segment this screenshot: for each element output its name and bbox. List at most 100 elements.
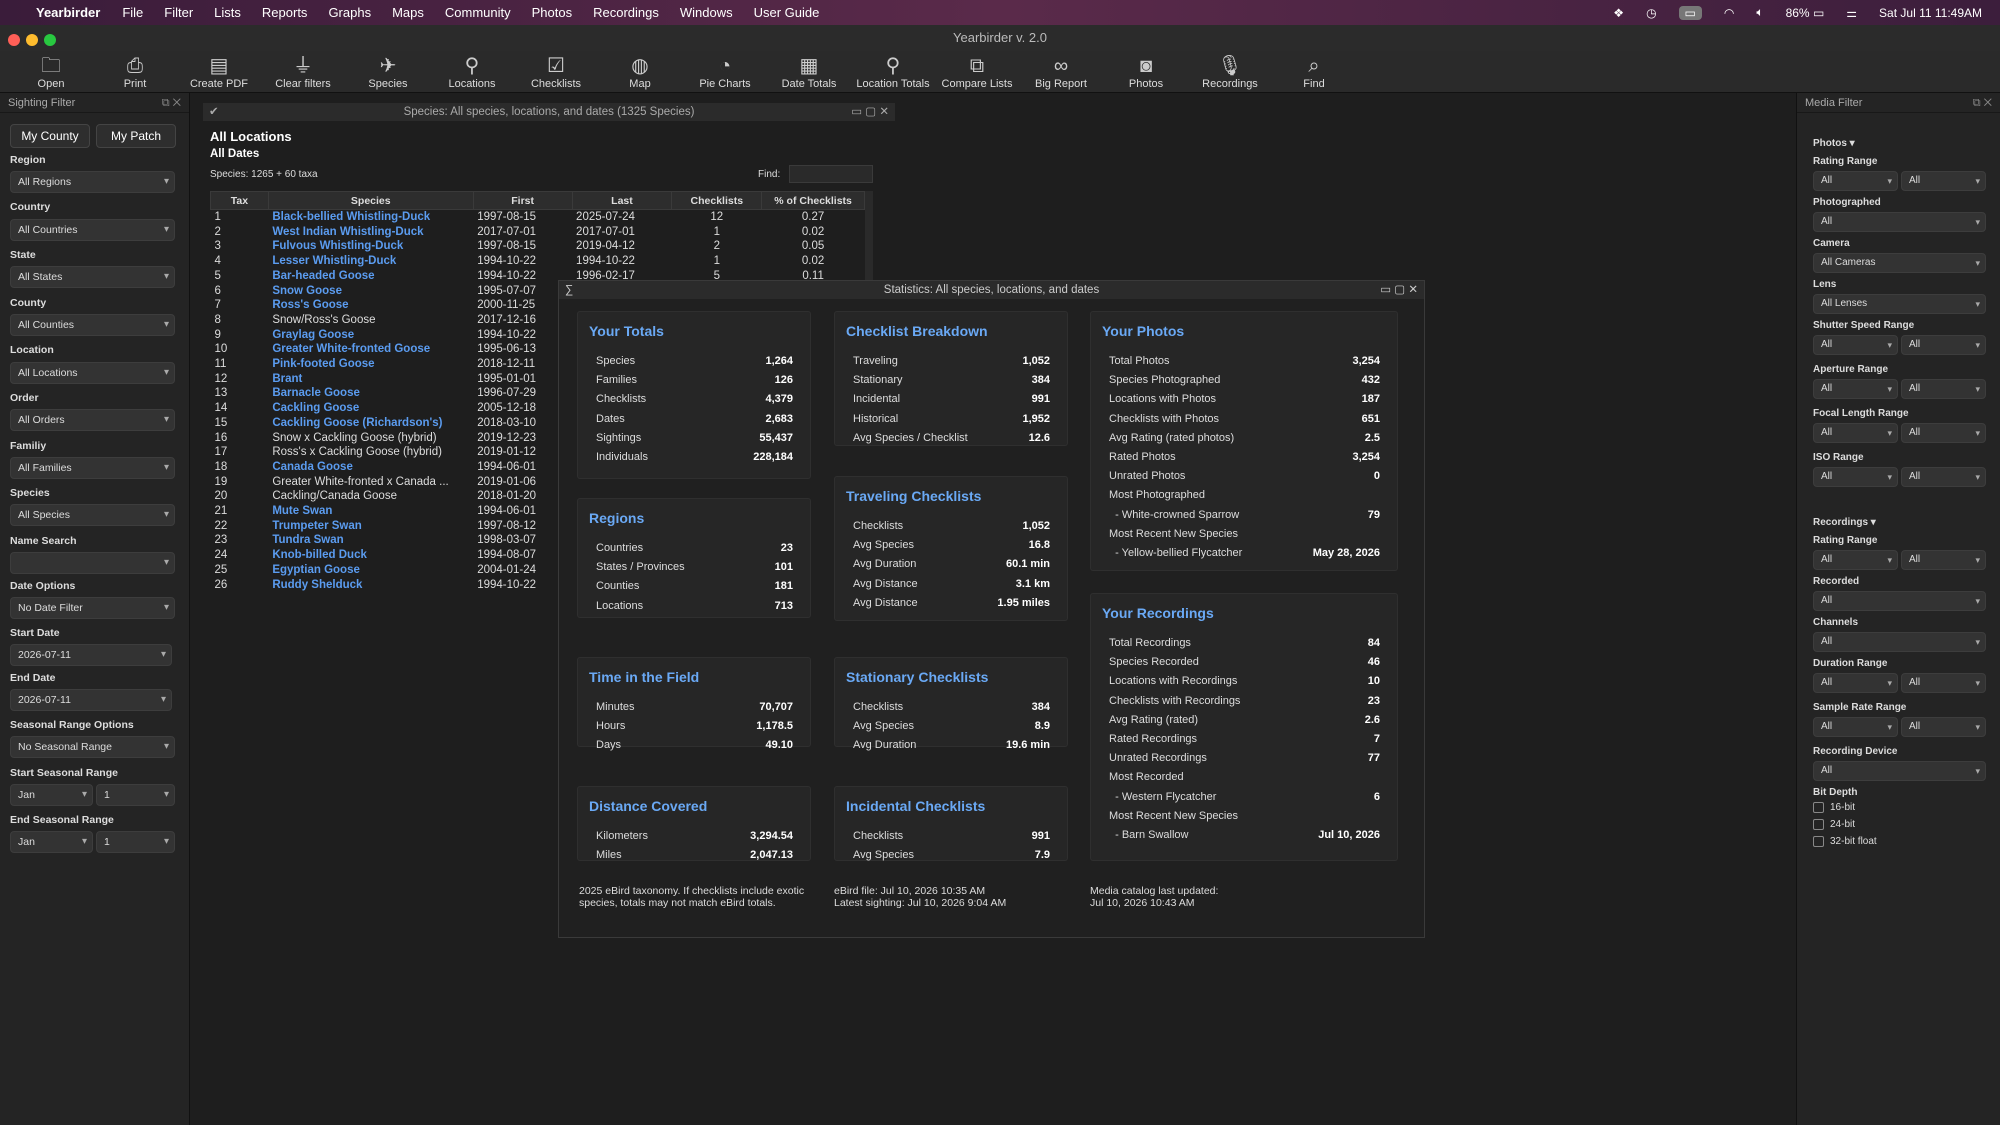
sample-rate-max-select[interactable]: All [1901, 717, 1986, 737]
iso-max-select[interactable]: All [1901, 467, 1986, 487]
menu-graphs[interactable]: Graphs [328, 5, 371, 20]
menu-recordings[interactable]: Recordings [593, 5, 659, 20]
clock[interactable]: Sat Jul 11 11:49AM [1879, 6, 1982, 20]
table-row[interactable]: 3 Fulvous Whistling-Duck 1997-08-15 2019-04… [211, 239, 865, 254]
seasonal-range-select[interactable]: No Seasonal Range [10, 736, 175, 758]
locations-button[interactable]: ⚲ Locations [430, 54, 514, 90]
aperture-max-select[interactable]: All [1901, 379, 1986, 399]
close-panel-icon[interactable]: ⧉ ✕ [162, 93, 181, 113]
channels-select[interactable]: All [1813, 632, 1986, 652]
lens-select[interactable]: All Lenses [1813, 294, 1986, 314]
photo-rating-max-select[interactable]: All [1901, 171, 1986, 191]
photographed-select[interactable]: All [1813, 212, 1986, 232]
order-select[interactable]: All Orders [10, 409, 175, 431]
time-machine-icon[interactable]: ◷ [1646, 6, 1656, 20]
recording-rating-min-select[interactable]: All [1813, 550, 1898, 570]
recorded-select[interactable]: All [1813, 591, 1986, 611]
sample-rate-min-select[interactable]: All [1813, 717, 1898, 737]
date-totals-button[interactable]: ▦ Date Totals [767, 54, 851, 90]
end-seasonal-day-select[interactable]: 1 [96, 831, 175, 853]
table-row[interactable]: 2 West Indian Whistling-Duck 2017-07-01 201… [211, 225, 865, 240]
col-last[interactable]: Last [571, 191, 673, 210]
recording-device-select[interactable]: All [1813, 761, 1986, 781]
menu-lists[interactable]: Lists [214, 5, 241, 20]
find-input[interactable] [789, 165, 873, 183]
focal-min-select[interactable]: All [1813, 423, 1898, 443]
end-date-field[interactable]: 2026-07-11 [10, 689, 172, 711]
big-report-button[interactable]: ∞ Big Report [1019, 54, 1103, 90]
open-button[interactable]: 🗀 Open [9, 54, 93, 90]
screen-mirror-icon[interactable]: ▭ [1678, 5, 1702, 20]
menu-windows[interactable]: Windows [680, 5, 733, 20]
location-totals-button[interactable]: ⚲ Location Totals [851, 54, 935, 90]
photos-section-toggle[interactable]: Photos ▾ [1813, 138, 1855, 149]
print-button[interactable]: ⎙ Print [93, 54, 177, 90]
location-select[interactable]: All Locations [10, 362, 175, 384]
map-button[interactable]: ◍ Map [598, 54, 682, 90]
col-tax[interactable]: Tax [210, 191, 269, 210]
zoom-window-button[interactable] [44, 34, 56, 46]
menu-file[interactable]: File [122, 5, 143, 20]
menu-reports[interactable]: Reports [262, 5, 308, 20]
battery-status[interactable]: 86% ▭ [1786, 6, 1825, 20]
col-checklists[interactable]: Checklists [671, 191, 763, 210]
volume-icon[interactable]: 🔈︎ [1756, 5, 1763, 20]
shutter-max-select[interactable]: All [1901, 335, 1986, 355]
menu-user-guide[interactable]: User Guide [754, 5, 820, 20]
recording-rating-max-select[interactable]: All [1901, 550, 1986, 570]
species-button[interactable]: ✈︎ Species [346, 54, 430, 90]
duration-max-select[interactable]: All [1901, 673, 1986, 693]
photos-button[interactable]: ◙ Photos [1104, 54, 1188, 90]
start-seasonal-month-select[interactable]: Jan [10, 784, 93, 806]
menu-filter[interactable]: Filter [164, 5, 193, 20]
name-search-input[interactable] [10, 552, 175, 574]
minimize-window-button[interactable] [26, 34, 38, 46]
create-pdf-button[interactable]: ▤ Create PDF [177, 54, 261, 90]
close-panel-icon[interactable]: ⧉ ✕ [1973, 93, 1992, 113]
state-select[interactable]: All States [10, 266, 175, 288]
menu-maps[interactable]: Maps [392, 5, 424, 20]
dropbox-icon[interactable]: ❖ [1613, 6, 1624, 20]
start-date-field[interactable]: 2026-07-11 [10, 644, 172, 666]
recordings-button[interactable]: 🎙︎ Recordings [1188, 54, 1272, 90]
county-select[interactable]: All Counties [10, 314, 175, 336]
checklists-button[interactable]: ☑ Checklists [514, 54, 598, 90]
wifi-icon[interactable]: ◠ [1724, 6, 1734, 20]
close-window-button[interactable] [8, 34, 20, 46]
bit-16-checkbox[interactable]: 16-bit [1813, 802, 1855, 813]
my-patch-button[interactable]: My Patch [96, 124, 176, 148]
species-select[interactable]: All Species [10, 504, 175, 526]
aperture-min-select[interactable]: All [1813, 379, 1898, 399]
bit-24-checkbox[interactable]: 24-bit [1813, 819, 1855, 830]
col-pct-checklists[interactable]: % of Checklists [761, 191, 865, 210]
recordings-section-toggle[interactable]: Recordings ▾ [1813, 517, 1876, 528]
my-county-button[interactable]: My County [10, 124, 90, 148]
camera-select[interactable]: All Cameras [1813, 253, 1986, 273]
col-first[interactable]: First [472, 191, 573, 210]
iso-min-select[interactable]: All [1813, 467, 1898, 487]
control-center-icon[interactable]: ⚌ [1846, 6, 1857, 20]
col-species[interactable]: Species [267, 191, 474, 210]
region-select[interactable]: All Regions [10, 171, 175, 193]
focal-max-select[interactable]: All [1901, 423, 1986, 443]
bit-32-float-checkbox[interactable]: 32-bit float [1813, 836, 1877, 847]
compare-lists-button[interactable]: ⧉ Compare Lists [935, 54, 1019, 90]
end-seasonal-month-select[interactable]: Jan [10, 831, 93, 853]
date-options-select[interactable]: No Date Filter [10, 597, 175, 619]
start-seasonal-day-select[interactable]: 1 [96, 784, 175, 806]
table-row[interactable]: 4 Lesser Whistling-Duck 1994-10-22 1994-10-… [211, 254, 865, 269]
window-controls-icon[interactable]: ▭ ▢ ✕ [851, 103, 889, 121]
photo-rating-min-select[interactable]: All [1813, 171, 1898, 191]
duration-min-select[interactable]: All [1813, 673, 1898, 693]
menu-community[interactable]: Community [445, 5, 511, 20]
family-select[interactable]: All Families [10, 457, 175, 479]
pie-charts-button[interactable]: ◔ Pie Charts [683, 54, 767, 90]
table-row[interactable]: 1 Black-bellied Whistling-Duck 1997-08-15 2… [211, 210, 865, 225]
menu-photos[interactable]: Photos [532, 5, 572, 20]
country-select[interactable]: All Countries [10, 219, 175, 241]
shutter-min-select[interactable]: All [1813, 335, 1898, 355]
clear-filters-button[interactable]: ⏚ Clear filters [261, 54, 345, 90]
window-controls-icon[interactable]: ▭ ▢ ✕ [1380, 281, 1418, 299]
find-button[interactable]: ⌕ Find [1272, 54, 1356, 90]
app-menu[interactable]: Yearbirder [36, 5, 100, 20]
